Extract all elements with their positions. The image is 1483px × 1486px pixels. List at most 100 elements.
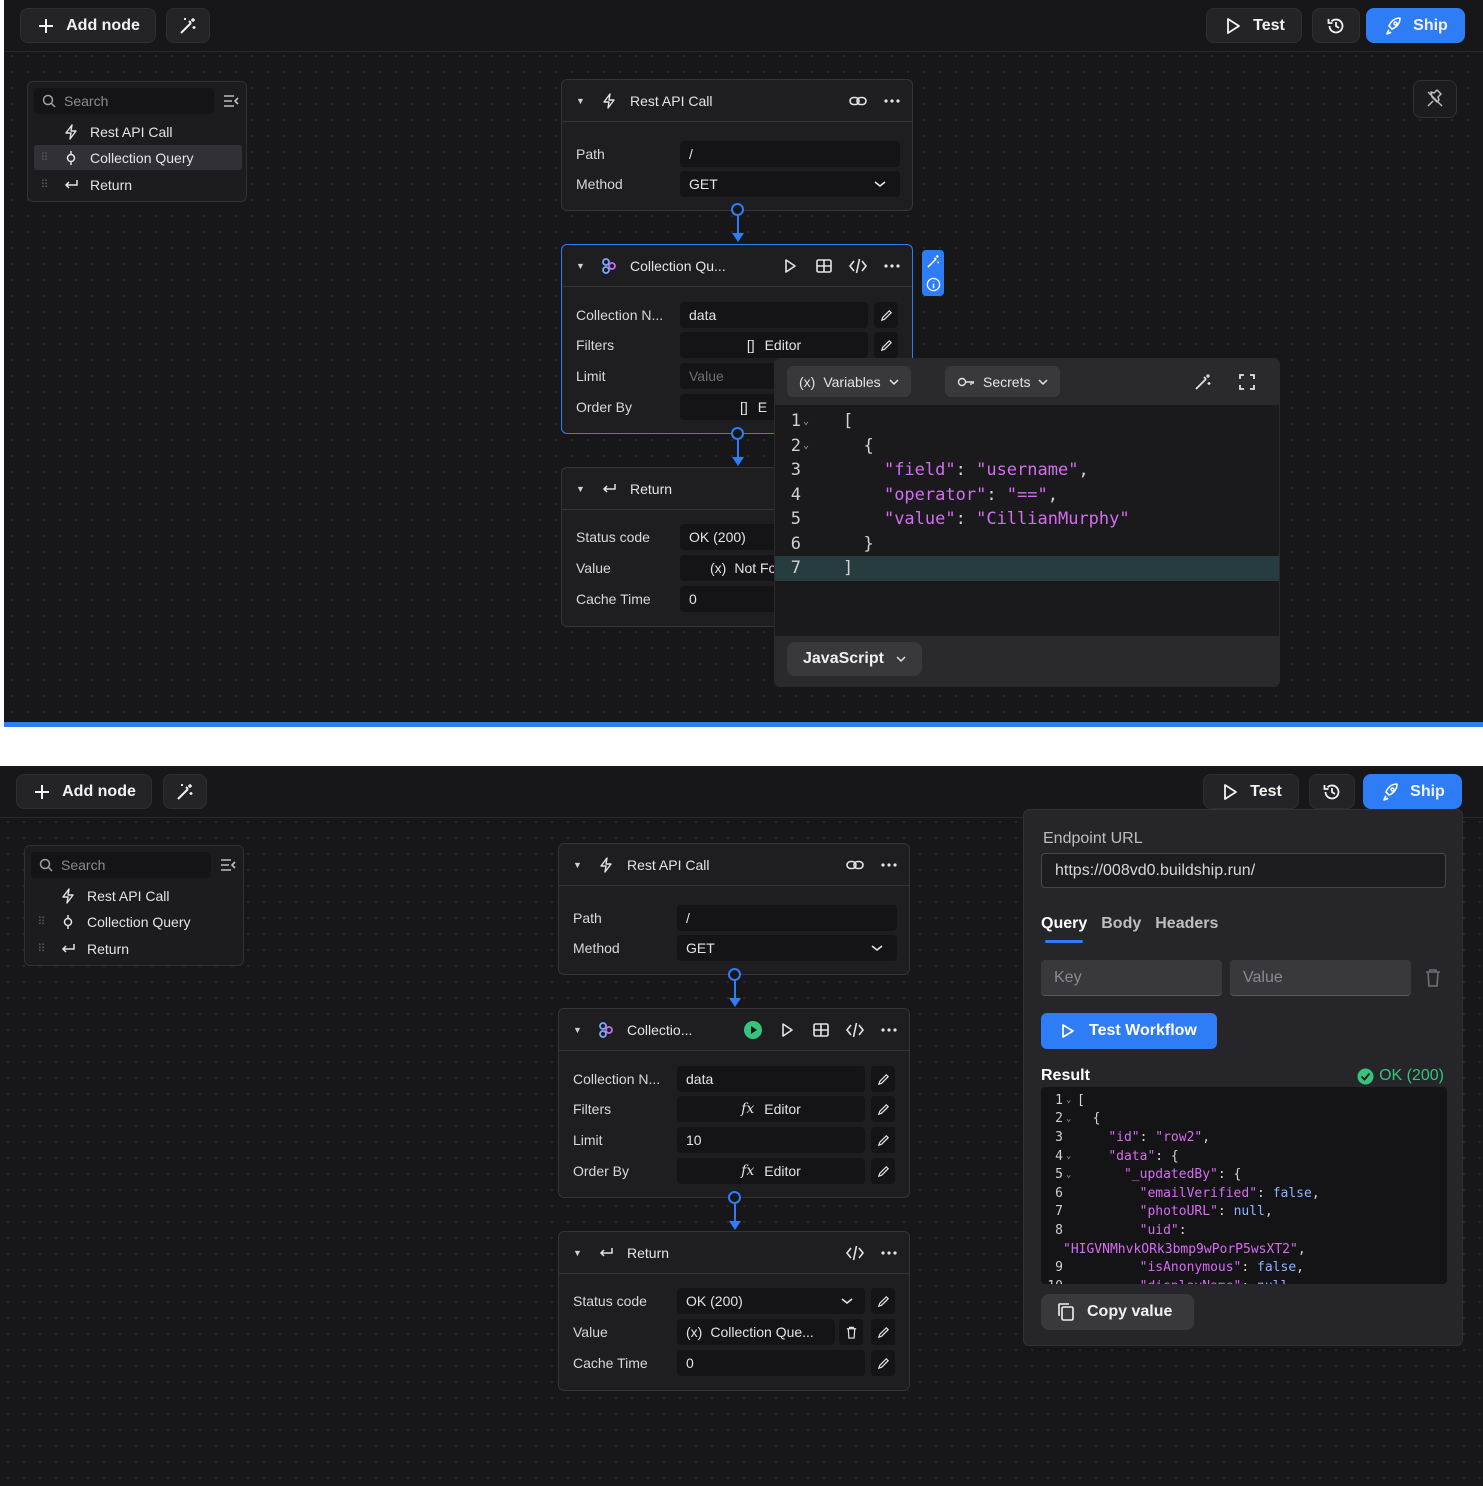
rest-api-call-node[interactable]: ▼ Rest API Call Path / Method GET xyxy=(561,79,913,211)
ship-button[interactable]: Ship xyxy=(1366,8,1465,43)
info-icon[interactable] xyxy=(926,277,941,292)
ship-button[interactable]: Ship xyxy=(1363,774,1462,809)
copy-value-button[interactable]: Copy value xyxy=(1041,1294,1194,1330)
outline-search-input[interactable]: Search xyxy=(34,88,214,114)
edit-button[interactable] xyxy=(871,1319,895,1345)
magic-wand-icon[interactable] xyxy=(1193,372,1213,392)
tab-body[interactable]: Body xyxy=(1101,915,1141,933)
outline-item-collection-query[interactable]: ⠿ Collection Query xyxy=(31,909,239,934)
outline-item-return[interactable]: ⠿ Return xyxy=(34,172,242,197)
filters-editor-button[interactable]: fx Editor xyxy=(677,1096,865,1122)
collection-query-node[interactable]: ▼ Collectio... Collection N... data Filt… xyxy=(558,1008,910,1198)
query-value-input[interactable]: Value xyxy=(1230,960,1411,996)
table-icon[interactable] xyxy=(814,256,834,276)
fold-chevron-icon[interactable]: ⌄ xyxy=(803,440,817,451)
add-node-button[interactable]: Add node xyxy=(16,774,152,809)
pin-button[interactable] xyxy=(1413,80,1457,118)
cache-time-input[interactable]: 0 xyxy=(677,1350,865,1376)
filters-editor-button[interactable]: [] Editor xyxy=(680,332,868,358)
collapse-caret-icon[interactable]: ▼ xyxy=(573,1248,583,1258)
code-icon[interactable] xyxy=(848,256,868,276)
more-icon[interactable] xyxy=(879,1243,899,1263)
fold-chevron-icon[interactable]: ⌄ xyxy=(1063,1170,1077,1180)
result-json-viewer[interactable]: 1 ⌄[2 ⌄ {3 "id": "row2", 4 ⌄ "data": {5 ⌄ "_u… xyxy=(1041,1087,1447,1284)
code-area[interactable]: 1 ⌄[2 ⌄ {3 "field": "username", 4 "operat… xyxy=(775,405,1279,638)
limit-input[interactable]: 10 xyxy=(677,1127,865,1153)
history-button[interactable] xyxy=(1312,8,1360,43)
code-icon[interactable] xyxy=(845,1243,865,1263)
outline-item-rest-api-call[interactable]: Rest API Call xyxy=(31,883,239,908)
collapse-outline-icon[interactable] xyxy=(222,92,240,110)
drag-handle-icon[interactable]: ⠿ xyxy=(31,942,51,955)
outline-item-collection-query[interactable]: ⠿ Collection Query xyxy=(34,145,242,170)
output-port[interactable] xyxy=(728,968,741,981)
secrets-dropdown[interactable]: Secrets xyxy=(945,366,1061,397)
collapse-caret-icon[interactable]: ▼ xyxy=(573,860,583,870)
trash-icon[interactable] xyxy=(1424,968,1442,988)
delete-button[interactable] xyxy=(839,1319,863,1345)
collapse-caret-icon[interactable]: ▼ xyxy=(576,261,586,271)
method-select[interactable]: GET xyxy=(680,171,900,197)
endpoint-url-field[interactable]: https://008vd0.buildship.run/ xyxy=(1041,853,1446,888)
play-icon[interactable] xyxy=(780,256,800,276)
output-port[interactable] xyxy=(728,1191,741,1204)
magic-wand-button[interactable] xyxy=(163,774,207,809)
more-icon[interactable] xyxy=(879,855,899,875)
edit-button[interactable] xyxy=(871,1066,895,1092)
path-input[interactable]: / xyxy=(677,905,897,931)
fullscreen-icon[interactable] xyxy=(1237,372,1257,392)
more-icon[interactable] xyxy=(879,1020,899,1040)
edit-button[interactable] xyxy=(874,332,898,358)
language-dropdown[interactable]: JavaScript xyxy=(787,642,922,676)
edit-button[interactable] xyxy=(871,1158,895,1184)
test-button[interactable]: Test xyxy=(1206,8,1302,43)
link-icon[interactable] xyxy=(845,855,865,875)
status-code-select[interactable]: OK (200) xyxy=(677,1288,865,1314)
fold-chevron-icon[interactable]: ⌄ xyxy=(1063,1114,1077,1124)
order-by-editor-button[interactable]: fx Editor xyxy=(677,1158,865,1184)
value-input[interactable]: (x) Not Fo xyxy=(680,555,780,581)
more-icon[interactable] xyxy=(882,91,902,111)
magic-wand-icon[interactable] xyxy=(926,254,941,269)
table-icon[interactable] xyxy=(811,1020,831,1040)
cache-time-input[interactable]: 0 xyxy=(680,586,780,612)
edit-button[interactable] xyxy=(871,1288,895,1314)
workflow-canvas-bottom[interactable]: Add node Test Ship Search Rest API Call xyxy=(0,766,1483,1486)
play-icon[interactable] xyxy=(777,1020,797,1040)
collection-name-input[interactable]: data xyxy=(680,302,868,328)
edit-button[interactable] xyxy=(871,1096,895,1122)
method-select[interactable]: GET xyxy=(677,935,897,961)
value-input[interactable]: (x) Collection Que... xyxy=(677,1319,835,1345)
history-button[interactable] xyxy=(1309,774,1355,809)
query-key-input[interactable]: Key xyxy=(1041,960,1222,996)
more-icon[interactable] xyxy=(882,256,902,276)
output-port[interactable] xyxy=(731,427,744,440)
link-icon[interactable] xyxy=(848,91,868,111)
rest-api-call-node[interactable]: ▼ Rest API Call Path / Method GET xyxy=(558,843,910,975)
edit-button[interactable] xyxy=(874,302,898,328)
outline-item-return[interactable]: ⠿ Return xyxy=(31,936,239,961)
test-workflow-button[interactable]: Test Workflow xyxy=(1041,1013,1217,1049)
drag-handle-icon[interactable]: ⠿ xyxy=(34,151,54,164)
outline-item-rest-api-call[interactable]: Rest API Call xyxy=(34,119,242,144)
magic-wand-button[interactable] xyxy=(166,8,210,43)
return-node[interactable]: ▼ Return Status code OK (200) Value (x) C… xyxy=(558,1231,910,1391)
code-icon[interactable] xyxy=(845,1020,865,1040)
edit-button[interactable] xyxy=(871,1127,895,1153)
workflow-canvas-top[interactable]: Add node Test Ship Search Rest API Call xyxy=(4,0,1483,722)
collapse-outline-icon[interactable] xyxy=(219,856,237,874)
output-port[interactable] xyxy=(731,203,744,216)
variables-dropdown[interactable]: (x) Variables xyxy=(787,366,911,397)
collapse-caret-icon[interactable]: ▼ xyxy=(576,96,586,106)
tab-query[interactable]: Query xyxy=(1041,915,1087,943)
test-button[interactable]: Test xyxy=(1203,774,1299,809)
fold-chevron-icon[interactable]: ⌄ xyxy=(803,416,817,427)
collapse-caret-icon[interactable]: ▼ xyxy=(573,1025,583,1035)
collection-name-input[interactable]: data xyxy=(677,1066,865,1092)
drag-handle-icon[interactable]: ⠿ xyxy=(34,178,54,191)
add-node-button[interactable]: Add node xyxy=(20,8,156,43)
path-input[interactable]: / xyxy=(680,141,900,167)
drag-handle-icon[interactable]: ⠿ xyxy=(31,915,51,928)
status-code-select[interactable]: OK (200) xyxy=(680,524,780,550)
tab-headers[interactable]: Headers xyxy=(1155,915,1218,933)
